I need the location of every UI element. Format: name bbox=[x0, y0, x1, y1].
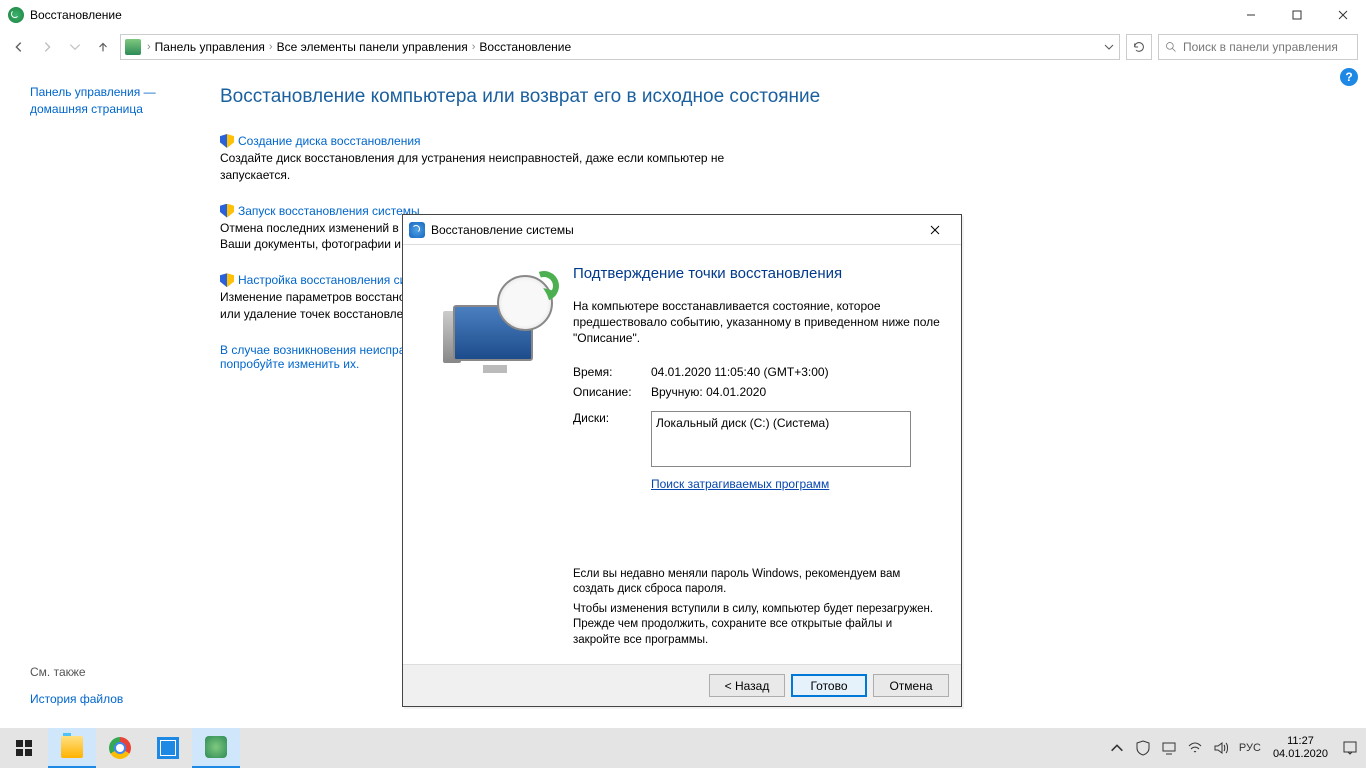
nav-toolbar: › Панель управления › Все элементы панел… bbox=[0, 30, 1366, 64]
dialog-footer: < Назад Готово Отмена bbox=[403, 664, 961, 706]
disks-label: Диски: bbox=[573, 411, 651, 467]
taskbar-explorer[interactable] bbox=[48, 728, 96, 768]
volume-icon[interactable] bbox=[1211, 728, 1231, 768]
see-also-label: См. также bbox=[30, 665, 123, 679]
page-title: Восстановление компьютера или возврат ег… bbox=[220, 86, 1306, 108]
system-restore-icon bbox=[409, 222, 425, 238]
tray-overflow-icon[interactable] bbox=[1107, 728, 1127, 768]
taskbar-restore[interactable] bbox=[192, 728, 240, 768]
control-panel-icon bbox=[125, 39, 141, 55]
folder-icon bbox=[61, 736, 83, 758]
description-label: Описание: bbox=[573, 385, 651, 399]
crumb-leaf[interactable]: Восстановление bbox=[479, 40, 571, 54]
close-button[interactable] bbox=[1320, 0, 1366, 30]
search-icon bbox=[1165, 41, 1177, 53]
start-system-restore-link[interactable]: Запуск восстановления системы bbox=[238, 204, 420, 218]
dialog-intro: На компьютере восстанавливается состояни… bbox=[573, 298, 941, 347]
window-title: Восстановление bbox=[30, 8, 122, 22]
shield-icon bbox=[220, 273, 234, 287]
sidebar: Панель управления — домашняя страница См… bbox=[0, 64, 200, 728]
address-bar[interactable]: › Панель управления › Все элементы панел… bbox=[120, 34, 1120, 60]
chevron-right-icon: › bbox=[472, 41, 476, 53]
crumb-root[interactable]: Панель управления bbox=[155, 40, 265, 54]
tray-clock[interactable]: 11:27 04.01.2020 bbox=[1269, 735, 1332, 761]
system-restore-dialog: Восстановление системы Подтверждение точ… bbox=[402, 214, 962, 707]
dialog-close-button[interactable] bbox=[915, 217, 955, 243]
up-button[interactable] bbox=[92, 36, 114, 58]
minimize-button[interactable] bbox=[1228, 0, 1274, 30]
taskbar-app[interactable] bbox=[144, 728, 192, 768]
dialog-artwork bbox=[423, 265, 573, 652]
search-placeholder: Поиск в панели управления bbox=[1183, 40, 1338, 54]
disks-list[interactable]: Локальный диск (C:) (Система) bbox=[651, 411, 911, 467]
help-button[interactable]: ? bbox=[1340, 68, 1358, 86]
disk-item: Локальный диск (C:) (Система) bbox=[656, 416, 829, 430]
chrome-icon bbox=[109, 737, 131, 759]
time-label: Время: bbox=[573, 365, 651, 379]
dialog-heading: Подтверждение точки восстановления bbox=[573, 265, 941, 282]
chevron-right-icon: › bbox=[269, 41, 273, 53]
back-button[interactable]: < Назад bbox=[709, 674, 785, 697]
start-button[interactable] bbox=[0, 728, 48, 768]
window-titlebar: Восстановление bbox=[0, 0, 1366, 30]
cancel-button[interactable]: Отмена bbox=[873, 674, 949, 697]
system-tray: РУС 11:27 04.01.2020 bbox=[1107, 728, 1366, 768]
wifi-icon[interactable] bbox=[1185, 728, 1205, 768]
recovery-icon bbox=[8, 7, 24, 23]
restore-icon bbox=[205, 736, 227, 758]
restart-warning: Чтобы изменения вступили в силу, компьют… bbox=[573, 602, 941, 649]
time-value: 04.01.2020 11:05:40 (GMT+3:00) bbox=[651, 365, 829, 379]
dialog-title: Восстановление системы bbox=[431, 223, 574, 237]
description-value: Вручную: 04.01.2020 bbox=[651, 385, 766, 399]
cp-home-link[interactable]: Панель управления — домашняя страница bbox=[30, 85, 156, 116]
action-center-icon[interactable] bbox=[1338, 728, 1362, 768]
language-indicator[interactable]: РУС bbox=[1237, 728, 1263, 768]
crumb-all[interactable]: Все элементы панели управления bbox=[277, 40, 468, 54]
password-warning: Если вы недавно меняли пароль Windows, р… bbox=[573, 567, 941, 598]
security-icon[interactable] bbox=[1133, 728, 1153, 768]
maximize-button[interactable] bbox=[1274, 0, 1320, 30]
shield-icon bbox=[220, 204, 234, 218]
scan-affected-programs-link[interactable]: Поиск затрагиваемых программ bbox=[651, 477, 941, 491]
forward-button[interactable] bbox=[36, 36, 58, 58]
taskbar: РУС 11:27 04.01.2020 bbox=[0, 728, 1366, 768]
network-icon[interactable] bbox=[1159, 728, 1179, 768]
monitor-icon bbox=[157, 737, 179, 759]
dialog-titlebar[interactable]: Восстановление системы bbox=[403, 215, 961, 245]
create-recovery-drive-link[interactable]: Создание диска восстановления bbox=[238, 134, 421, 148]
chevron-down-icon[interactable] bbox=[1103, 41, 1115, 53]
file-history-link[interactable]: История файлов bbox=[30, 691, 123, 708]
finish-button[interactable]: Готово bbox=[791, 674, 867, 697]
shield-icon bbox=[220, 134, 234, 148]
recent-dropdown[interactable] bbox=[64, 36, 86, 58]
taskbar-chrome[interactable] bbox=[96, 728, 144, 768]
item-desc: Создайте диск восстановления для устране… bbox=[220, 150, 740, 184]
chevron-right-icon: › bbox=[147, 41, 151, 53]
search-input[interactable]: Поиск в панели управления bbox=[1158, 34, 1358, 60]
back-button[interactable] bbox=[8, 36, 30, 58]
refresh-button[interactable] bbox=[1126, 34, 1152, 60]
